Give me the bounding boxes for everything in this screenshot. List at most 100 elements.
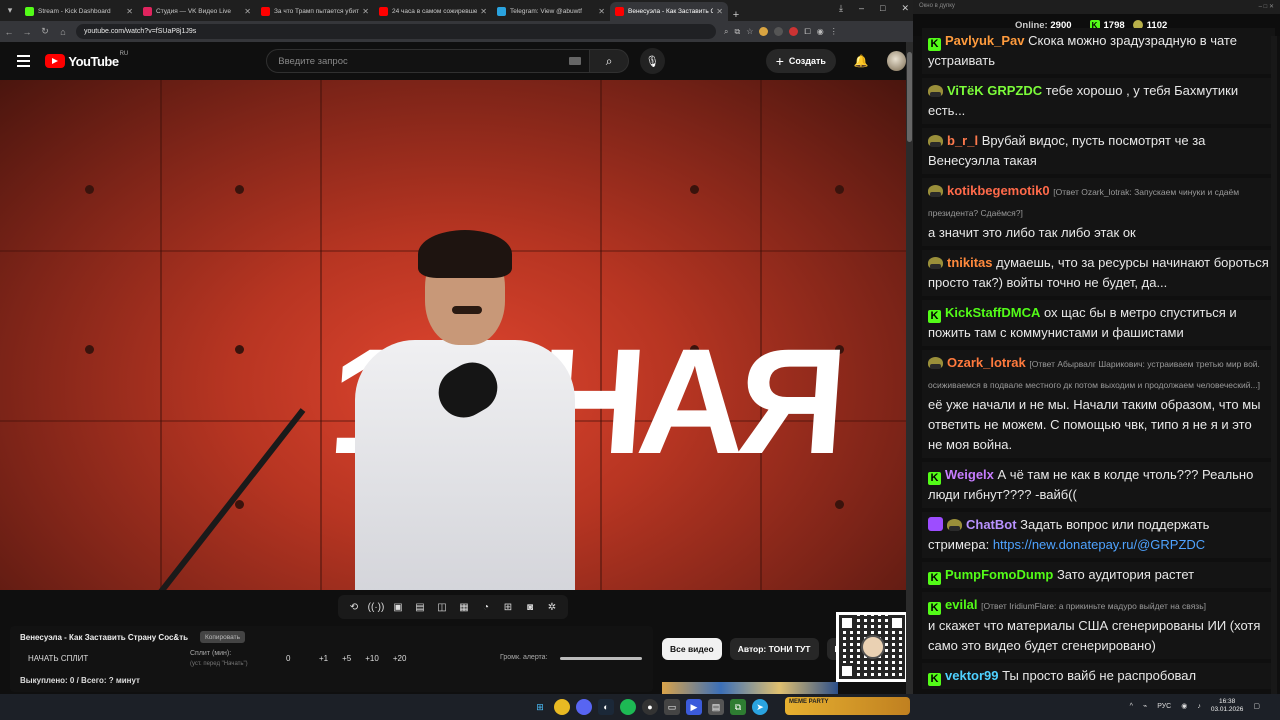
filter-chips: Все видео Автор: ТОНИ ТУТ Нов: [662, 638, 860, 660]
usb-icon[interactable]: ⌁: [1143, 702, 1147, 710]
browser-tab[interactable]: За что Трамп пытается убить ✕: [256, 2, 374, 21]
bookmark-icon[interactable]: ☆: [746, 27, 753, 36]
tab-search-icon[interactable]: ▾: [0, 0, 20, 21]
chevron-up-icon[interactable]: ^: [1130, 703, 1133, 710]
pip-icon[interactable]: ◫: [434, 599, 450, 615]
video-player[interactable]: 1 ДНАЯ: [0, 80, 906, 590]
browser-tab[interactable]: 24 часа в самом сожиревшем ✕: [374, 2, 492, 21]
chat-username[interactable]: Weigelx: [945, 467, 994, 482]
search-button[interactable]: ⌕: [590, 49, 629, 73]
app-icon[interactable]: ▭: [664, 699, 680, 715]
chip-author[interactable]: Автор: ТОНИ ТУТ: [729, 638, 819, 660]
youtube-logo[interactable]: YouTube RU: [45, 50, 129, 69]
copy-button[interactable]: Копировать: [200, 631, 245, 643]
zoom-icon[interactable]: ⌕: [724, 27, 728, 37]
increment-button[interactable]: +20: [393, 654, 407, 663]
create-button[interactable]: + Создать: [765, 49, 836, 73]
puzzle-icon[interactable]: ⧠: [804, 27, 810, 37]
back-icon[interactable]: ←: [0, 27, 18, 37]
chat-username[interactable]: Pavlyuk_Pav: [945, 33, 1025, 48]
tab-close-icon[interactable]: ✕: [598, 7, 605, 16]
extension-icon[interactable]: [774, 27, 784, 36]
clock[interactable]: 16:38 03.01.2026: [1211, 698, 1244, 714]
increment-button[interactable]: +1: [319, 654, 328, 663]
spotify-icon[interactable]: [620, 699, 636, 715]
browser-tab[interactable]: Венесуэла - Как Заставить Стр ✕: [610, 2, 728, 21]
extension-icon[interactable]: [789, 27, 799, 36]
settings-icon[interactable]: ✲: [544, 599, 560, 615]
chat-username[interactable]: b_r_l: [947, 133, 978, 148]
cast-icon[interactable]: ⧉: [734, 27, 740, 37]
browser-tab[interactable]: Студия — VK Видео Live ✕: [138, 2, 256, 21]
obs-icon[interactable]: ●: [642, 699, 658, 715]
forward-icon[interactable]: →: [18, 27, 36, 37]
browser-tab[interactable]: Telegram: View @abuwtf ✕: [492, 2, 610, 21]
chat-username[interactable]: tnikitas: [947, 255, 993, 270]
close-window-icon[interactable]: ✕: [901, 3, 909, 14]
menu-dots-icon[interactable]: ⋮: [830, 27, 838, 36]
chat-username[interactable]: Ozark_lotrak: [947, 355, 1026, 370]
split-value[interactable]: 0: [286, 654, 290, 663]
chat-link[interactable]: https://new.donatepay.ru/@GRPZDC: [993, 537, 1205, 552]
chat-username[interactable]: evilal: [945, 597, 978, 612]
language-indicator[interactable]: РУС: [1157, 703, 1171, 710]
menu-icon[interactable]: [17, 55, 31, 67]
steam-icon[interactable]: ◐: [598, 699, 614, 715]
region-label: RU: [119, 50, 129, 57]
clip-icon[interactable]: ⊞: [500, 599, 516, 615]
chat-window-controls[interactable]: – □ ✕: [1259, 3, 1274, 11]
search-input[interactable]: Введите запрос: [266, 49, 591, 73]
maximize-icon[interactable]: □: [880, 3, 885, 14]
speed-icon[interactable]: ◔: [478, 599, 494, 615]
chat-username[interactable]: kotikbegemotik0: [947, 183, 1050, 198]
increment-button[interactable]: +5: [342, 654, 351, 663]
start-split-button[interactable]: НАЧАТЬ СПЛИТ: [28, 654, 88, 663]
notifications-icon[interactable]: 🔔: [854, 54, 869, 68]
chat-list[interactable]: K Pavlyuk_Pav Скока можно зрадузрадную в …: [922, 28, 1275, 694]
chat-username[interactable]: ChatBot: [966, 517, 1017, 532]
minimize-icon[interactable]: –: [859, 3, 864, 14]
tab-close-icon[interactable]: ✕: [362, 7, 369, 16]
tab-close-icon[interactable]: ✕: [480, 7, 487, 16]
browser-tab[interactable]: Stream - Kick Dashboard ✕: [20, 2, 138, 21]
tab-close-icon[interactable]: ✕: [716, 7, 723, 16]
chat-username[interactable]: ViTёK GRPZDC: [947, 83, 1042, 98]
volume-icon[interactable]: ♪: [1197, 703, 1201, 710]
chat-username[interactable]: KickStaffDMCA: [945, 305, 1040, 320]
reload-icon[interactable]: ↻: [36, 26, 54, 37]
increment-button[interactable]: +10: [365, 654, 379, 663]
clapper-icon[interactable]: ▤: [412, 599, 428, 615]
app-icon[interactable]: ▤: [708, 699, 724, 715]
cinema-icon[interactable]: ▣: [390, 599, 406, 615]
network-icon[interactable]: ◉: [1181, 702, 1187, 710]
app-icon[interactable]: ⧉: [730, 699, 746, 715]
download-icon[interactable]: ⤓: [839, 3, 843, 14]
page-scrollbar[interactable]: [906, 42, 913, 694]
home-icon[interactable]: ⌂: [54, 27, 72, 37]
screenshot-icon[interactable]: ◙: [522, 599, 538, 615]
telegram-icon[interactable]: ➤: [752, 699, 768, 715]
tab-close-icon[interactable]: ✕: [244, 7, 251, 16]
url-field[interactable]: youtube.com/watch?v=fSUaP8j1J9s: [76, 24, 716, 39]
extension-icon[interactable]: [759, 27, 769, 36]
windows-start-icon[interactable]: ⊞: [532, 699, 548, 715]
avatar[interactable]: [886, 51, 906, 71]
chrome-icon[interactable]: [554, 699, 570, 715]
chat-username[interactable]: PumpFomoDump: [945, 567, 1053, 582]
chat-scrollbar[interactable]: [1271, 36, 1277, 694]
profile-icon[interactable]: ◉: [817, 27, 824, 36]
voice-search-button[interactable]: 🎙: [639, 48, 665, 74]
alert-volume-slider[interactable]: [560, 657, 642, 660]
broadcast-icon[interactable]: ((·)): [368, 599, 385, 615]
app-icon[interactable]: ▶: [686, 699, 702, 715]
tray-widget[interactable]: MEME PARTY: [785, 697, 910, 715]
keyboard-icon[interactable]: [569, 57, 582, 65]
discord-icon[interactable]: [576, 699, 592, 715]
subtitles-icon[interactable]: ▦: [456, 599, 472, 615]
new-tab-button[interactable]: +: [728, 9, 744, 21]
chat-username[interactable]: vektor99: [945, 668, 998, 683]
repeat-icon[interactable]: ⟲: [346, 599, 362, 615]
notifications-tray-icon[interactable]: ▢: [1253, 702, 1260, 710]
chip-all-videos[interactable]: Все видео: [662, 638, 722, 660]
tab-close-icon[interactable]: ✕: [126, 7, 133, 16]
